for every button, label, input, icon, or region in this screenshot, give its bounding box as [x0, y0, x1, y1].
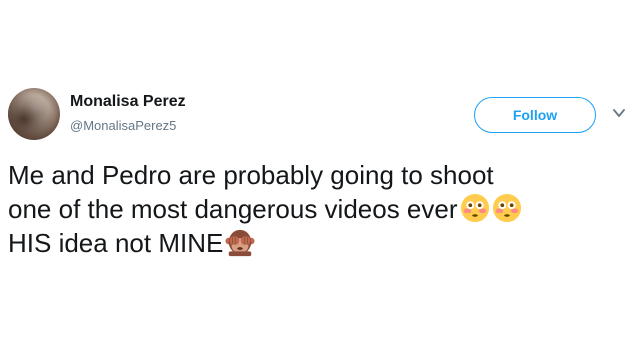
tweet-text: Me and Pedro are probably going to shoot… — [8, 158, 628, 260]
user-display-name[interactable]: Monalisa Perez — [70, 93, 186, 111]
tweet-line-2: one of the most dangerous videos ever — [8, 194, 458, 224]
see-no-evil-monkey-icon — [225, 229, 255, 257]
tweet-line-2-wrap: one of the most dangerous videos ever — [8, 192, 628, 226]
avatar[interactable] — [8, 88, 60, 140]
chevron-down-icon[interactable] — [612, 106, 626, 120]
flushed-face-icon — [492, 193, 521, 223]
flushed-face-icon — [460, 193, 489, 223]
tweet-line-1: Me and Pedro are probably going to shoot — [8, 160, 494, 190]
follow-button[interactable]: Follow — [474, 97, 596, 133]
tweet-line-3-wrap: HIS idea not MINE — [8, 226, 628, 260]
user-handle[interactable]: @MonalisaPerez5 — [70, 118, 176, 133]
tweet-card: Monalisa Perez @MonalisaPerez5 Follow Me… — [0, 0, 640, 360]
tweet-line-3: HIS idea not MINE — [8, 228, 224, 258]
